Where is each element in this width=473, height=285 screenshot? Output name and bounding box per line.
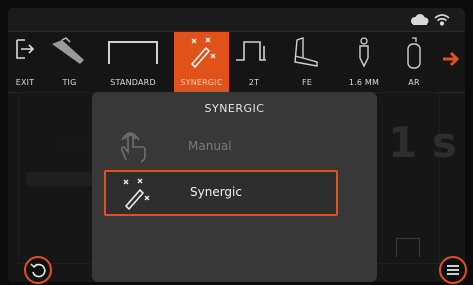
tool-label-electrode: 1.6 MM xyxy=(348,78,380,87)
tool-fe[interactable]: FE xyxy=(279,32,335,92)
status-icons xyxy=(411,14,450,26)
dialog-title: SYNERGIC xyxy=(204,102,265,115)
tool-electrode[interactable]: 1.6 MM xyxy=(335,32,393,92)
tool-label-synergic: SYNERGIC xyxy=(180,78,223,87)
option-label-synergic: Synergic xyxy=(190,185,242,199)
fe-material-icon xyxy=(294,37,318,67)
wifi-icon xyxy=(434,14,450,26)
background-time-value: 1 s xyxy=(388,118,457,167)
synergic-wand-icon xyxy=(190,37,215,68)
tig-torch-icon xyxy=(51,37,84,64)
next-arrow-icon[interactable] xyxy=(441,51,461,67)
tool-exit[interactable]: EXIT xyxy=(8,32,42,92)
undo-button[interactable] xyxy=(24,256,52,284)
gas-bottle-icon xyxy=(407,37,421,69)
tool-label-2t: 2T xyxy=(248,78,260,87)
electrode-diameter-icon xyxy=(359,37,369,68)
exit-icon xyxy=(16,39,35,59)
tool-2t[interactable]: 2T xyxy=(229,32,279,92)
tool-label-fe: FE xyxy=(301,78,313,87)
manual-touch-icon xyxy=(120,132,146,163)
synergic-wand-icon xyxy=(123,178,150,211)
option-synergic[interactable]: Synergic xyxy=(104,170,338,216)
background-waveform xyxy=(396,238,420,257)
option-manual[interactable]: Manual xyxy=(104,126,334,168)
menu-button[interactable] xyxy=(439,256,467,284)
tool-label-gas: AR xyxy=(408,78,420,87)
synergic-dialog: SYNERGIC Manual Synergic xyxy=(92,92,377,282)
menu-icon xyxy=(447,265,459,275)
tool-gas[interactable]: AR xyxy=(393,32,435,92)
tool-label-standard: STANDARD xyxy=(110,78,156,87)
cloud-icon xyxy=(411,14,429,25)
tool-label-tig: TIG xyxy=(62,78,77,87)
toolbar: EXIT TIG STANDARD SYNERGIC 2T FE 1.6 MM … xyxy=(8,32,465,93)
tool-synergic[interactable]: SYNERGIC xyxy=(174,32,229,92)
tool-standard[interactable]: STANDARD xyxy=(97,32,169,92)
status-bar xyxy=(8,8,465,32)
2t-trigger-icon xyxy=(236,41,266,61)
standard-waveform-icon xyxy=(108,41,158,64)
tool-label-exit: EXIT xyxy=(15,78,35,87)
undo-icon xyxy=(30,263,46,278)
tool-tig[interactable]: TIG xyxy=(42,32,97,92)
option-label-manual: Manual xyxy=(188,139,232,153)
